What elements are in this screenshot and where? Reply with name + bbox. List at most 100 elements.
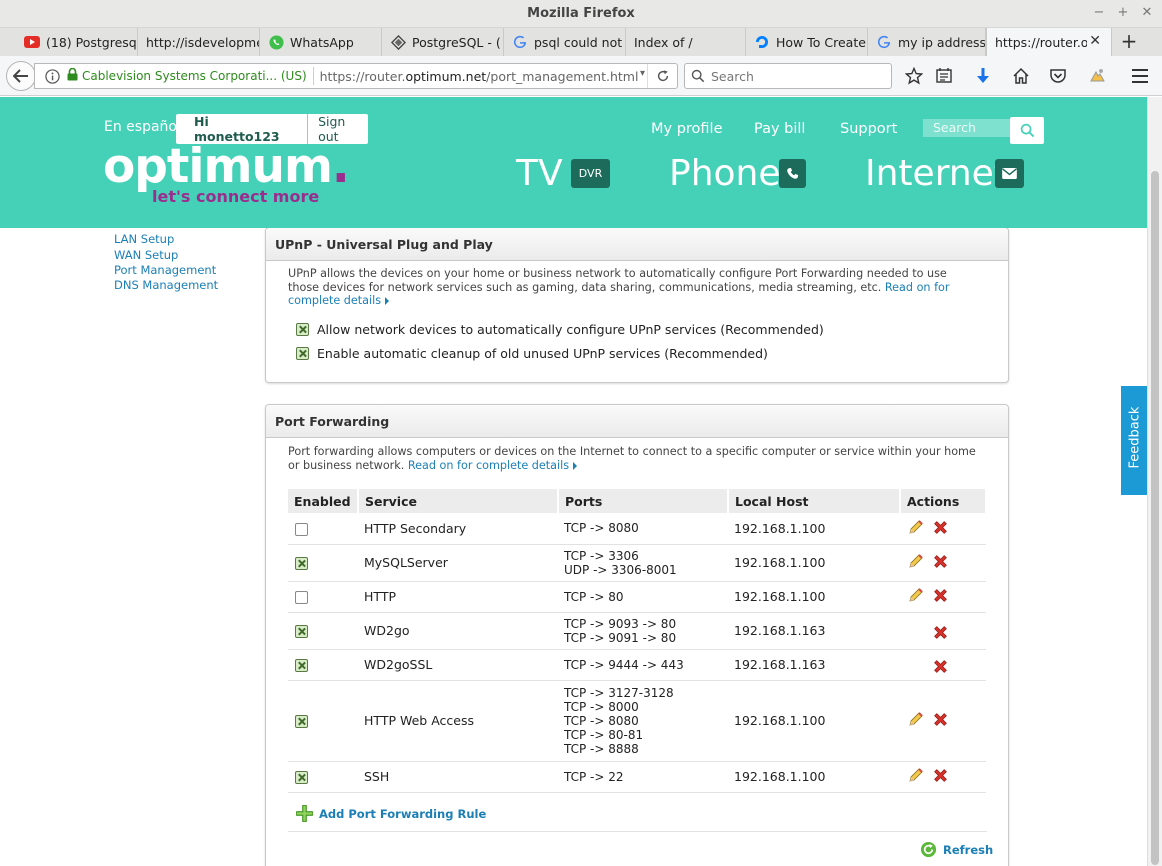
delete-x-icon[interactable] — [932, 711, 949, 728]
minimize-icon[interactable]: − — [1092, 5, 1106, 20]
add-rule-button[interactable]: Add Port Forwarding Rule — [296, 805, 486, 822]
dvr-badge[interactable]: DVR — [571, 159, 610, 188]
reading-list-icon[interactable] — [932, 66, 956, 86]
url-text[interactable]: https://router.optimum.net/port_manageme… — [320, 69, 639, 84]
edit-pencil-icon[interactable] — [908, 711, 924, 727]
upnp-option-row: Allow network devices to automatically c… — [296, 322, 824, 337]
delete-x-icon[interactable] — [932, 553, 949, 570]
whatsapp-icon — [268, 34, 284, 50]
browser-tab[interactable]: WhatsApp — [260, 28, 382, 56]
window-title: Mozilla Firefox — [527, 6, 635, 21]
edit-pencil-icon[interactable] — [908, 519, 924, 535]
mail-icon[interactable] — [995, 159, 1024, 188]
close-icon[interactable]: ✕ — [1140, 5, 1154, 20]
youtube-icon — [24, 34, 40, 50]
ports-cell: TCP -> 8080 — [558, 513, 728, 545]
feedback-tab[interactable]: Feedback — [1121, 386, 1147, 495]
sidebar-item-dns-management[interactable]: DNS Management — [114, 278, 223, 293]
site-identity[interactable]: Cablevision Systems Corporati... (US) — [82, 69, 307, 83]
upnp-read-on-link[interactable]: Read on for — [885, 281, 950, 294]
browser-tab-active[interactable]: https://router.op ✕ — [986, 28, 1112, 57]
enabled-checkbox[interactable] — [295, 659, 308, 672]
site-search-button[interactable] — [1010, 117, 1044, 144]
browser-tab[interactable]: my ip address — [868, 28, 986, 56]
upnp-cleanup-checkbox[interactable] — [296, 347, 309, 360]
scrollbar-thumb[interactable] — [1151, 171, 1159, 865]
port-forwarding-read-on-link[interactable]: Read on for complete details — [408, 459, 569, 472]
ports-cell: TCP -> 22 — [558, 761, 728, 793]
enabled-checkbox[interactable] — [295, 625, 308, 638]
delete-x-icon[interactable] — [932, 658, 949, 675]
downloads-icon[interactable] — [971, 66, 995, 86]
port-mapping: UDP -> 3306-8001 — [564, 562, 677, 577]
optimum-logo[interactable]: optimum. — [103, 143, 350, 190]
sidebar-item-lan-setup[interactable]: LAN Setup — [114, 232, 223, 247]
browser-tab[interactable]: psql could not — [504, 28, 626, 56]
port-forwarding-description: Port forwarding allows computers or devi… — [288, 445, 976, 472]
browser-tab[interactable]: Index of / — [626, 28, 746, 56]
search-icon — [1020, 123, 1034, 138]
upnp-allow-checkbox[interactable] — [296, 323, 309, 336]
home-icon[interactable] — [1009, 66, 1033, 86]
browser-tab[interactable]: How To Create — [746, 28, 868, 56]
enabled-checkbox[interactable] — [295, 557, 308, 570]
table-row: WD2go TCP -> 9093 -> 80 TCP -> 9091 -> 80 1… — [288, 612, 986, 650]
url-bar[interactable]: Cablevision Systems Corporati... (US) ht… — [34, 63, 678, 89]
back-button[interactable] — [6, 61, 36, 91]
enabled-cell — [288, 513, 358, 545]
support-link[interactable]: Support — [840, 121, 897, 137]
enabled-checkbox[interactable] — [295, 522, 308, 536]
delete-x-icon[interactable] — [932, 519, 949, 536]
enabled-checkbox[interactable] — [295, 771, 308, 784]
menu-icon[interactable] — [1128, 66, 1152, 86]
browser-tab[interactable]: http://isdevelopme — [138, 28, 260, 56]
url-dropdown-icon[interactable]: ▾ — [640, 68, 645, 79]
nav-internet[interactable]: Internet — [865, 153, 1008, 194]
actions-cell — [900, 680, 986, 762]
port-mapping: TCP -> 3306 — [564, 548, 639, 563]
edit-pencil-icon[interactable] — [908, 767, 924, 783]
edit-pencil-icon[interactable] — [908, 587, 924, 603]
local-host-cell: 192.168.1.100 — [728, 680, 900, 762]
arrow-right-icon — [385, 297, 390, 305]
enabled-checkbox[interactable] — [295, 591, 308, 604]
browser-tab[interactable]: PostgreSQL - ( — [382, 28, 504, 56]
pay-bill-link[interactable]: Pay bill — [754, 121, 805, 137]
port-mapping: TCP -> 8080 — [564, 521, 639, 536]
language-link[interactable]: En español — [104, 119, 181, 135]
site-search-input[interactable]: Search — [923, 119, 1011, 137]
new-tab-button[interactable]: + — [1116, 28, 1142, 56]
table-header-row: Enabled Service Ports Local Host Actions — [288, 489, 987, 513]
tab-close-icon[interactable]: ✕ — [1089, 33, 1101, 49]
page-viewport: Advanced Wireless LAN Setup WAN Setup Po… — [0, 97, 1162, 866]
service-cell: HTTP Web Access — [358, 680, 558, 762]
page-scrollbar[interactable] — [1147, 97, 1162, 866]
upnp-complete-details-link[interactable]: complete details — [288, 294, 381, 307]
reload-button[interactable] — [647, 64, 677, 88]
nav-tv[interactable]: TV — [516, 153, 563, 194]
my-profile-link[interactable]: My profile — [651, 121, 723, 137]
ports-cell: TCP -> 3127-3128 TCP -> 8000 TCP -> 8080 TC… — [558, 680, 728, 762]
phone-icon[interactable] — [779, 159, 806, 188]
search-input[interactable]: Search — [684, 63, 892, 89]
port-forwarding-panel: Port Forwarding Port forwarding allows c… — [265, 404, 1009, 866]
service-cell: HTTP Secondary — [358, 513, 558, 545]
bookmark-star-icon[interactable] — [902, 66, 926, 86]
sidebar-item-port-management[interactable]: Port Management — [114, 263, 223, 278]
edit-pencil-icon[interactable] — [908, 553, 924, 569]
maximize-icon[interactable]: + — [1116, 5, 1130, 20]
pocket-icon[interactable] — [1046, 66, 1070, 86]
sidebar-item-wan-setup[interactable]: WAN Setup — [114, 248, 223, 263]
delete-x-icon[interactable] — [932, 624, 949, 641]
refresh-icon — [920, 841, 937, 858]
table-row: SSH TCP -> 22 192.168.1.100 — [288, 761, 986, 793]
delete-x-icon[interactable] — [932, 587, 949, 604]
browser-tab[interactable]: (18) Postgresq — [16, 28, 138, 56]
extension-icon[interactable] — [1085, 66, 1109, 86]
nav-phone[interactable]: Phone — [669, 153, 781, 194]
delete-x-icon[interactable] — [932, 767, 949, 784]
refresh-button[interactable]: Refresh — [920, 841, 993, 858]
info-icon[interactable] — [41, 68, 63, 84]
service-cell: MySQLServer — [358, 544, 558, 582]
enabled-checkbox[interactable] — [295, 715, 308, 728]
